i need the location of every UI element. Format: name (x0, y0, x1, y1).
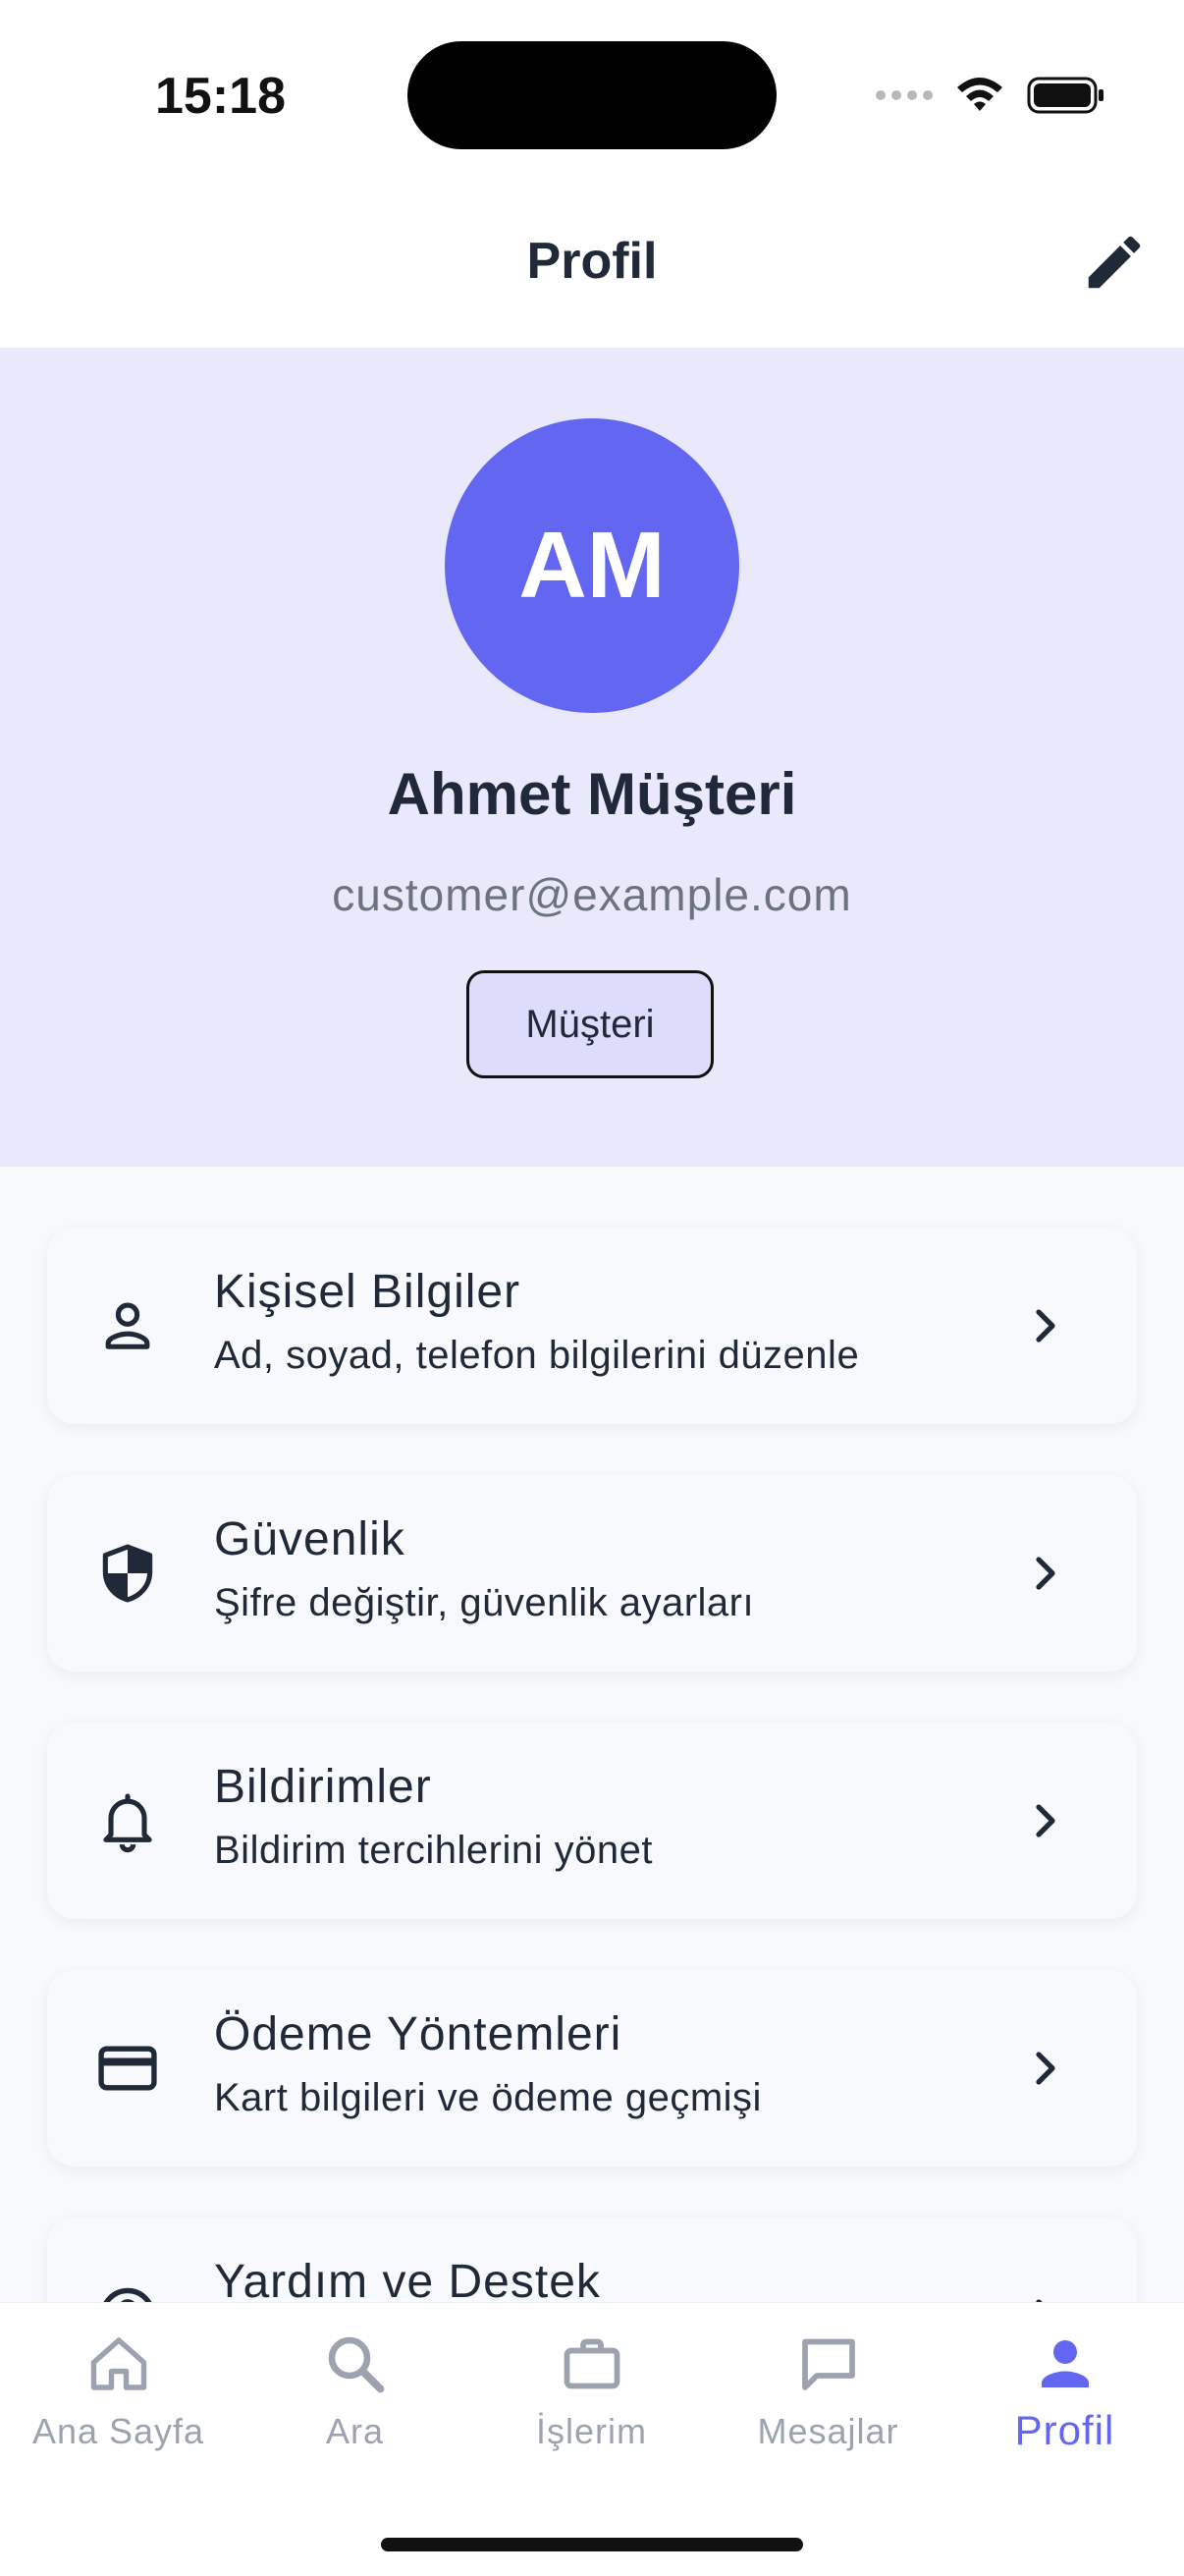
nav-label: Mesajlar (757, 2411, 899, 2451)
nav-label: Ana Sayfa (31, 2411, 205, 2451)
menu-item-payment-methods[interactable]: Ödeme Yöntemleri Kart bilgileri ve ödeme… (47, 1970, 1137, 2166)
menu-item-subtitle: Ad, soyad, telefon bilgilerini düzenle (214, 1334, 860, 1377)
menu-item-title: Kişisel Bilgiler (214, 1266, 521, 1318)
menu-item-subtitle: Şifre değiştir, güvenlik ayarları (214, 1581, 755, 1624)
chevron-right-icon (1036, 2052, 1055, 2085)
nav-item-search[interactable]: Ara (237, 2329, 473, 2476)
person-icon (105, 1302, 150, 1349)
menu-item-subtitle: Kart bilgileri ve ödeme geçmişi (214, 2076, 762, 2119)
battery-icon (1027, 77, 1103, 114)
menu-item-title: Bildirimler (214, 1761, 432, 1813)
wifi-icon (957, 78, 1002, 111)
cellular-signal-icon (876, 90, 933, 100)
home-icon (90, 2337, 146, 2390)
edit-profile-button[interactable] (1080, 228, 1149, 297)
nav-item-profile[interactable]: Profil (946, 2329, 1183, 2476)
status-time: 15:18 (155, 68, 286, 125)
user-name: Ahmet Müşteri (387, 761, 797, 827)
nav-label: İşlerim (536, 2411, 647, 2451)
status-indicators (876, 71, 1105, 120)
credit-card-icon (98, 2046, 157, 2091)
app-header: Profil (0, 177, 1184, 348)
nav-item-home[interactable]: Ana Sayfa (0, 2329, 237, 2476)
user-email: customer@example.com (332, 869, 852, 920)
chevron-right-icon (1036, 1557, 1055, 1590)
nav-label: Profil (1014, 2407, 1115, 2453)
message-icon (801, 2338, 855, 2390)
pencil-icon (1088, 236, 1141, 289)
briefcase-icon (564, 2338, 619, 2389)
status-bar: 15:18 (0, 0, 1184, 177)
nav-item-messages[interactable]: Mesajlar (710, 2329, 946, 2476)
shield-icon (102, 1544, 153, 1603)
bell-icon (103, 1793, 152, 1853)
chevron-right-icon (1036, 1309, 1055, 1343)
role-badge: Müşteri (466, 970, 714, 1078)
nav-item-my-jobs[interactable]: İşlerim (473, 2329, 710, 2476)
page-title: Profil (526, 233, 658, 290)
avatar: AM (445, 418, 739, 713)
chevron-right-icon (1036, 1804, 1055, 1837)
profile-summary: AM Ahmet Müşteri customer@example.com Mü… (0, 348, 1184, 1167)
home-indicator (381, 2538, 803, 2551)
menu-item-notifications[interactable]: Bildirimler Bildirim tercihlerini yönet (47, 1723, 1137, 1919)
menu-item-security[interactable]: Güvenlik Şifre değiştir, güvenlik ayarla… (47, 1475, 1137, 1672)
nav-label: Ara (325, 2411, 385, 2451)
bottom-navigation: Ana Sayfa Ara İşlerim Mesajlar Profil (0, 2302, 1184, 2576)
search-icon (328, 2336, 384, 2393)
menu-item-personal-info[interactable]: Kişisel Bilgiler Ad, soyad, telefon bilg… (47, 1228, 1137, 1424)
person-icon (1041, 2340, 1089, 2387)
menu-item-title: Yardım ve Destek (214, 2256, 601, 2308)
menu-item-subtitle: Bildirim tercihlerini yönet (214, 1829, 653, 1872)
dynamic-island (407, 41, 777, 149)
menu-item-title: Güvenlik (214, 1513, 405, 1565)
menu-item-title: Ödeme Yöntemleri (214, 2008, 622, 2060)
